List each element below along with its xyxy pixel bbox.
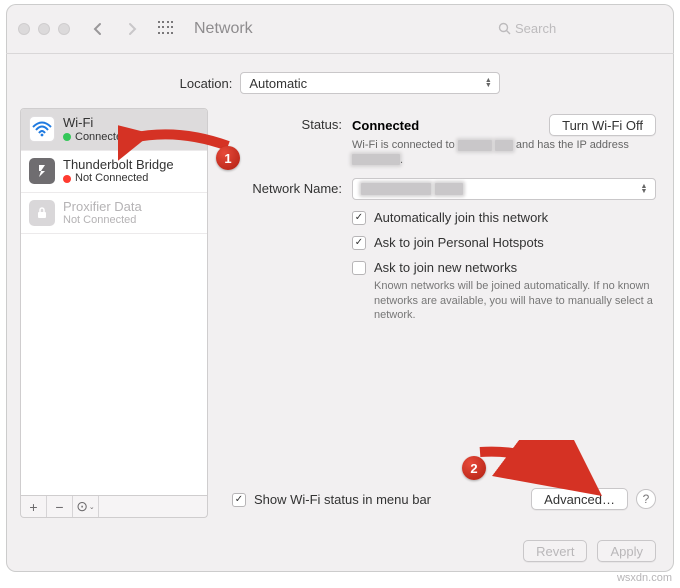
updown-icon: ▲▼ — [481, 76, 495, 90]
advanced-button[interactable]: Advanced… — [531, 488, 628, 510]
auto-join-label: Automatically join this network — [374, 210, 548, 225]
help-button[interactable]: ? — [636, 489, 656, 509]
apply-button[interactable]: Apply — [597, 540, 656, 562]
service-status: Not Connected — [63, 172, 174, 185]
window-controls — [18, 23, 70, 35]
grid-icon — [158, 21, 174, 37]
service-item-thunderbolt[interactable]: Thunderbolt Bridge Not Connected — [21, 151, 207, 193]
service-status: Not Connected — [63, 214, 142, 227]
service-name: Wi-Fi — [63, 115, 128, 131]
status-dot-icon — [63, 133, 71, 141]
ask-hotspot-checkbox-row[interactable]: Ask to join Personal Hotspots — [352, 235, 656, 250]
window-title: Network — [194, 20, 253, 38]
location-row: Location: Automatic ▲▼ — [6, 54, 674, 108]
service-list-footer: + − ⊙⌄ — [20, 496, 208, 518]
window-footer: Revert Apply — [6, 530, 674, 572]
status-label: Status: — [222, 114, 342, 132]
search-icon — [498, 22, 511, 35]
forward-button[interactable] — [120, 17, 144, 41]
preferences-window: Network Search Location: Automatic ▲▼ Wi — [6, 4, 674, 572]
service-item-proxifier[interactable]: Proxifier Data Not Connected — [21, 193, 207, 235]
titlebar: Network Search — [6, 4, 674, 54]
service-name: Proxifier Data — [63, 199, 142, 215]
watermark: wsxdn.com — [617, 572, 672, 584]
status-value: Connected — [352, 118, 419, 133]
thunderbolt-icon — [29, 158, 55, 184]
checkbox-group: Automatically join this network Ask to j… — [352, 210, 656, 324]
ask-new-label: Ask to join new networks — [374, 260, 656, 275]
updown-icon: ▲▼ — [637, 182, 651, 196]
checkbox-icon — [352, 236, 366, 250]
ask-new-hint: Known networks will be joined automatica… — [374, 279, 656, 324]
ask-hotspot-label: Ask to join Personal Hotspots — [374, 235, 544, 250]
status-description: Wi-Fi is connected to and has the IP add… — [352, 138, 656, 168]
network-name-label: Network Name: — [222, 178, 342, 196]
wifi-icon — [29, 116, 55, 142]
network-name-select[interactable]: ▲▼ — [352, 178, 656, 200]
close-window-button[interactable] — [18, 23, 30, 35]
chevron-right-icon — [127, 22, 137, 36]
auto-join-checkbox-row[interactable]: Automatically join this network — [352, 210, 656, 225]
network-name-row: Network Name: ▲▼ — [222, 178, 656, 200]
service-status: Connected — [63, 131, 128, 144]
show-status-label: Show Wi-Fi status in menu bar — [254, 492, 431, 507]
status-dot-icon — [63, 175, 71, 183]
body: Wi-Fi Connected Thunderbolt Bridge — [6, 108, 674, 528]
detail-bottom-bar: Show Wi-Fi status in menu bar Advanced… … — [222, 484, 656, 518]
detail-pane: Status: Connected Turn Wi-Fi Off Wi-Fi i… — [218, 108, 660, 518]
back-button[interactable] — [86, 17, 110, 41]
zoom-window-button[interactable] — [58, 23, 70, 35]
status-row: Status: Connected Turn Wi-Fi Off Wi-Fi i… — [222, 114, 656, 168]
service-item-wifi[interactable]: Wi-Fi Connected — [21, 109, 207, 151]
chevron-left-icon — [93, 22, 103, 36]
search-field[interactable]: Search — [492, 17, 662, 41]
location-value: Automatic — [249, 76, 307, 91]
checkbox-icon — [232, 493, 246, 507]
checkbox-icon — [352, 261, 366, 275]
revert-button[interactable]: Revert — [523, 540, 587, 562]
show-status-checkbox-row[interactable]: Show Wi-Fi status in menu bar — [232, 492, 431, 507]
add-service-button[interactable]: + — [21, 496, 47, 517]
sidebar: Wi-Fi Connected Thunderbolt Bridge — [20, 108, 208, 518]
lock-icon — [29, 200, 55, 226]
service-list: Wi-Fi Connected Thunderbolt Bridge — [20, 108, 208, 496]
turn-wifi-off-button[interactable]: Turn Wi-Fi Off — [549, 114, 656, 136]
checkbox-icon — [352, 211, 366, 225]
service-actions-button[interactable]: ⊙⌄ — [73, 496, 99, 517]
service-name: Thunderbolt Bridge — [63, 157, 174, 173]
remove-service-button[interactable]: − — [47, 496, 73, 517]
location-label: Location: — [180, 76, 233, 91]
show-all-button[interactable] — [154, 17, 178, 41]
location-select[interactable]: Automatic ▲▼ — [240, 72, 500, 94]
search-placeholder: Search — [515, 21, 556, 36]
ask-new-checkbox-row[interactable]: Ask to join new networks Known networks … — [352, 260, 656, 324]
minimize-window-button[interactable] — [38, 23, 50, 35]
